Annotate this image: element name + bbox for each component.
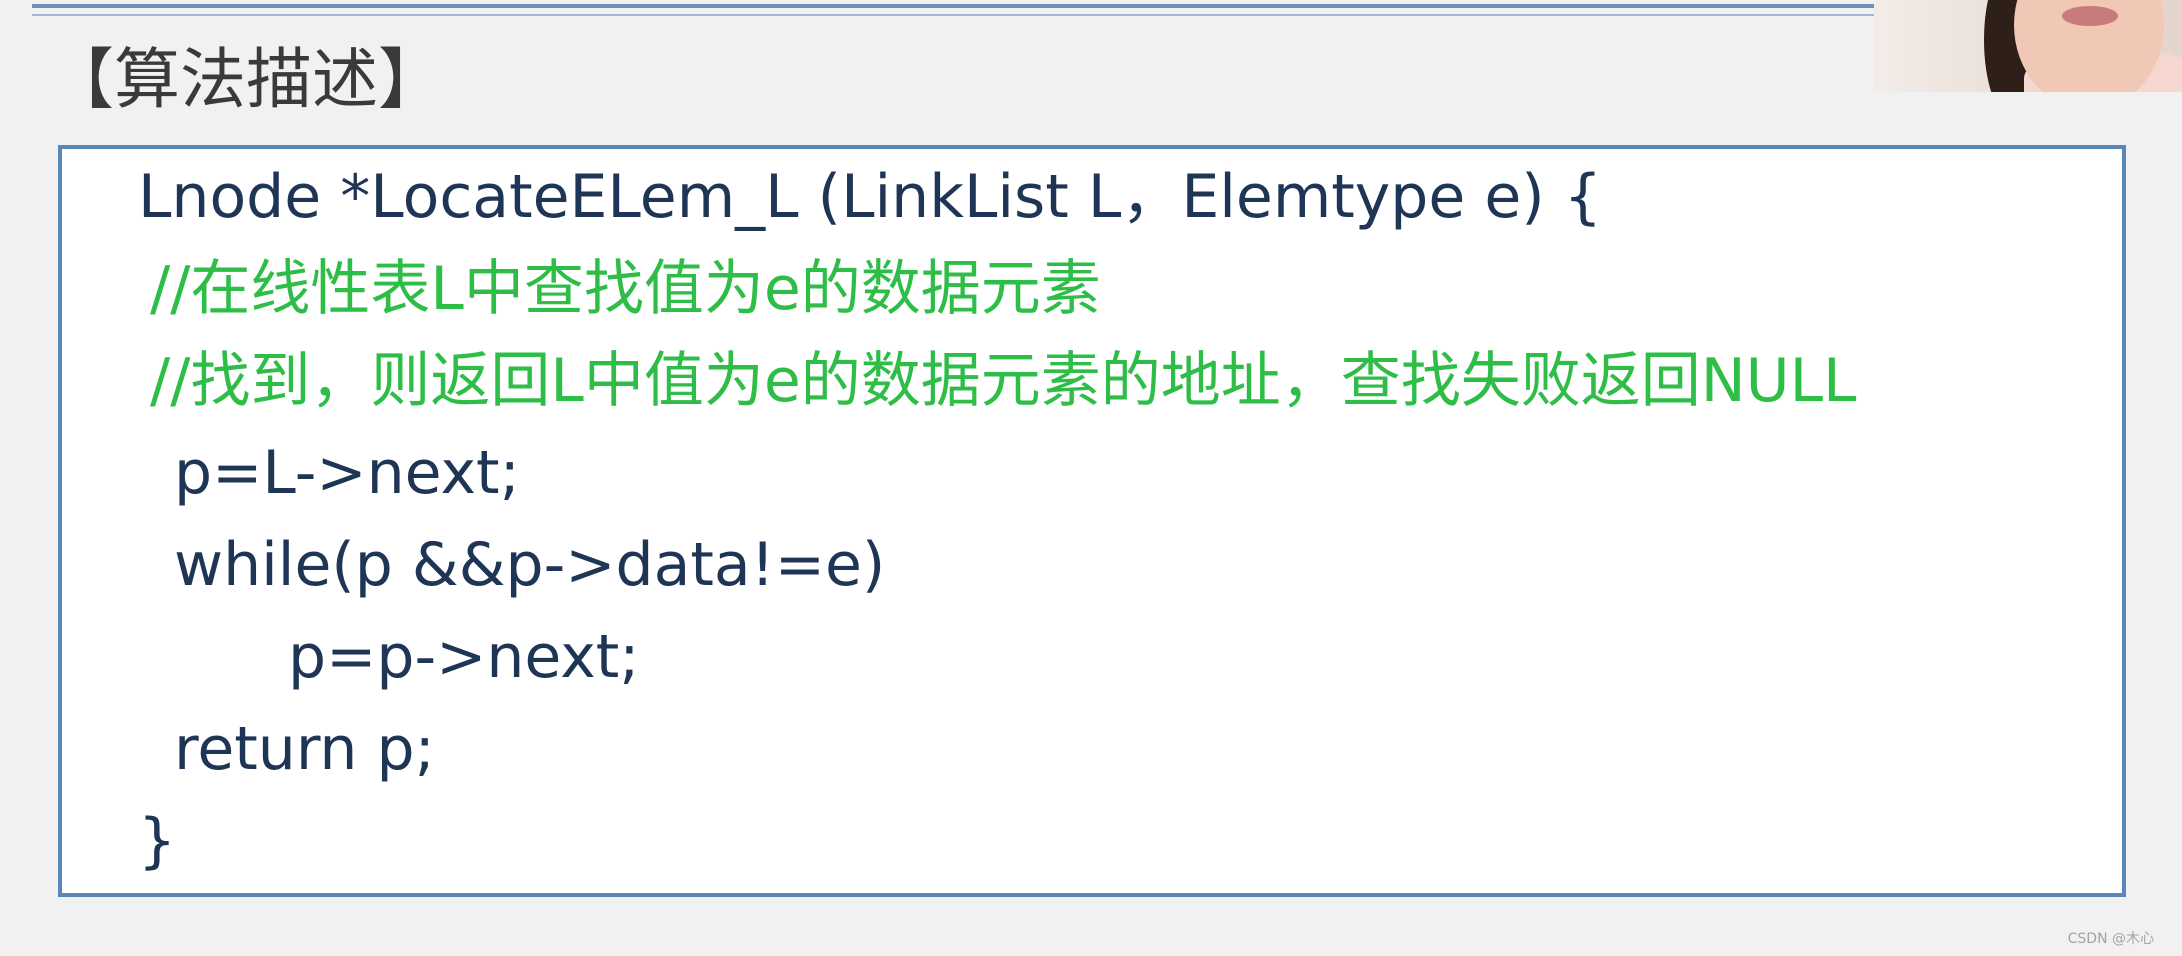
presenter-webcam: [1874, 0, 2182, 92]
header-rule: [32, 4, 1878, 8]
watermark: CSDN @木心: [2067, 931, 2154, 947]
slide-title: 【算法描述】: [48, 41, 444, 118]
code-block: Lnode *LocateELem_L (LinkList L，Elemtype…: [58, 145, 2126, 897]
webcam-mouth: [2062, 6, 2118, 26]
code-line-while: while(p &&p->data!=e): [174, 530, 886, 600]
code-comment-purpose: //在线性表L中查找值为e的数据元素: [150, 254, 1101, 324]
code-comment-return: //找到，则返回L中值为e的数据元素的地址，查找失败返回NULL: [150, 346, 1857, 416]
code-closing-brace: }: [138, 806, 177, 876]
code-line-advance: p=p->next;: [288, 622, 640, 692]
code-line-assign-p: p=L->next;: [174, 438, 520, 508]
code-function-signature: Lnode *LocateELem_L (LinkList L，Elemtype…: [138, 162, 1602, 232]
header-rule-thin: [32, 14, 1878, 16]
code-line-return: return p;: [174, 714, 435, 784]
